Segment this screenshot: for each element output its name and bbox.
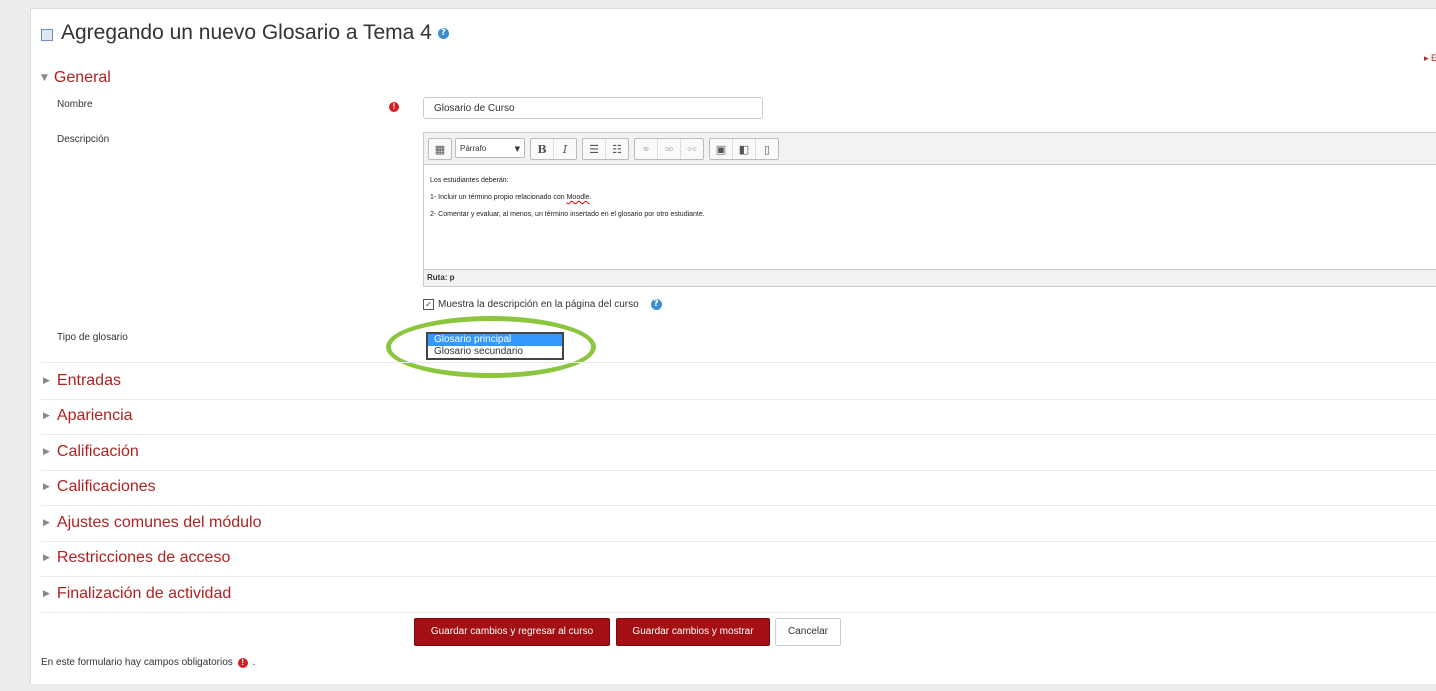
section-label: Finalización de actividad bbox=[56, 585, 232, 602]
section-divider bbox=[41, 434, 1436, 435]
section-divider bbox=[41, 470, 1436, 471]
media-icon[interactable]: ◧ bbox=[732, 139, 755, 159]
section-restricciones-header[interactable]: ▶ Restricciones de acceso bbox=[43, 549, 230, 567]
section-general-header[interactable]: ▼ General bbox=[41, 69, 111, 87]
section-label: Calificaciones bbox=[56, 478, 156, 495]
save-return-button[interactable]: Guardar cambios y regresar al curso bbox=[414, 618, 610, 646]
chevron-down-icon: ▼ bbox=[41, 73, 48, 83]
editor-toolbar: ▦ Párrafo ▼ B I ☰ ☷ ⚭ ⚮ ⚯ ▣ ◧ ▯ bbox=[424, 133, 1436, 165]
bullet-list-icon[interactable]: ☰ bbox=[583, 139, 605, 159]
section-label: Ajustes comunes del módulo bbox=[56, 514, 262, 531]
section-label: Calificación bbox=[56, 443, 139, 460]
cancel-button[interactable]: Cancelar bbox=[775, 618, 841, 646]
section-label: Restricciones de acceso bbox=[56, 549, 231, 566]
toolbar-group-lists: ☰ ☷ bbox=[582, 138, 629, 160]
chevron-right-icon: ▶ bbox=[43, 411, 50, 421]
help-icon[interactable]: ? bbox=[650, 299, 662, 310]
editor-path-bar: Ruta: p bbox=[424, 269, 1436, 286]
show-description-label: Muestra la descripción en la página del … bbox=[438, 299, 639, 310]
save-show-button[interactable]: Guardar cambios y mostrar bbox=[616, 618, 770, 646]
section-calificacion-header[interactable]: ▶ Calificación bbox=[43, 443, 139, 461]
unlink-icon[interactable]: ⚮ bbox=[657, 139, 680, 159]
section-entradas-header[interactable]: ▶ Entradas bbox=[43, 372, 121, 390]
name-input[interactable]: Glosario de Curso bbox=[423, 97, 763, 119]
section-divider bbox=[41, 505, 1436, 506]
spellcheck-word: Moodle bbox=[566, 194, 590, 201]
toolbar-toggle-icon[interactable]: ▦ bbox=[429, 139, 451, 159]
format-select-value: Párrafo bbox=[460, 144, 487, 153]
section-general-label: General bbox=[53, 69, 111, 86]
section-apariencia-header[interactable]: ▶ Apariencia bbox=[43, 407, 133, 425]
required-note-text: En este formulario hay campos obligatori… bbox=[41, 657, 233, 668]
required-icon: ! bbox=[389, 102, 399, 112]
chevron-right-icon: ▶ bbox=[43, 447, 50, 457]
required-note-suffix: . bbox=[252, 657, 256, 668]
link-icon[interactable]: ⚭ bbox=[635, 139, 657, 159]
editor-content[interactable]: Los estudiantes deberán: 1- Incluir un t… bbox=[430, 172, 705, 223]
help-icon[interactable]: ? bbox=[437, 27, 449, 39]
chevron-down-icon: ▼ bbox=[514, 145, 520, 153]
anchor-icon[interactable]: ⚯ bbox=[680, 139, 703, 159]
section-divider bbox=[41, 399, 1436, 400]
editor-line-text: 1- Incluir un término propio relacionado… bbox=[430, 194, 565, 201]
toolbar-group-toggle: ▦ bbox=[428, 138, 452, 160]
show-description-checkbox[interactable]: ✓ bbox=[423, 299, 434, 310]
chevron-right-icon: ▶ bbox=[43, 589, 50, 599]
manage-files-icon[interactable]: ▯ bbox=[755, 139, 778, 159]
chevron-right-icon: ▶ bbox=[43, 376, 50, 386]
chevron-right-icon: ▶ bbox=[43, 482, 50, 492]
description-editor[interactable]: ▦ Párrafo ▼ B I ☰ ☷ ⚭ ⚮ ⚯ ▣ ◧ ▯ Los estu… bbox=[423, 132, 1436, 287]
glossary-type-label: Tipo de glosario bbox=[57, 332, 128, 343]
highlight-ellipse bbox=[386, 316, 596, 378]
section-label: Apariencia bbox=[56, 407, 133, 424]
editor-line-period: . bbox=[589, 194, 592, 201]
section-divider bbox=[41, 612, 1436, 613]
description-label: Descripción bbox=[57, 134, 110, 145]
section-divider bbox=[41, 576, 1436, 577]
glossary-module-icon bbox=[41, 29, 53, 41]
toolbar-group-media: ▣ ◧ ▯ bbox=[709, 138, 779, 160]
section-ajustes-header[interactable]: ▶ Ajustes comunes del módulo bbox=[43, 514, 261, 532]
editor-line: Los estudiantes deberán: bbox=[430, 177, 509, 184]
expand-all-link[interactable]: ▸ E bbox=[1424, 53, 1436, 64]
name-label: Nombre bbox=[57, 99, 93, 110]
required-icon: ! bbox=[237, 657, 248, 668]
chevron-right-icon: ▶ bbox=[43, 553, 50, 563]
required-fields-note: En este formulario hay campos obligatori… bbox=[41, 657, 256, 668]
italic-icon[interactable]: I bbox=[553, 139, 576, 159]
bold-icon[interactable]: B bbox=[531, 139, 553, 159]
show-description-checkbox-row[interactable]: ✓ Muestra la descripción en la página de… bbox=[423, 299, 662, 310]
page-title-text: Agregando un nuevo Glosario a Tema 4 bbox=[61, 21, 432, 44]
form-page: Agregando un nuevo Glosario a Tema 4 ? ▸… bbox=[30, 8, 1436, 684]
section-label: Entradas bbox=[56, 372, 121, 389]
chevron-right-icon: ▶ bbox=[43, 518, 50, 528]
format-select[interactable]: Párrafo ▼ bbox=[455, 138, 525, 158]
editor-line: 1- Incluir un término propio relacionado… bbox=[430, 189, 705, 206]
page-title: Agregando un nuevo Glosario a Tema 4 ? bbox=[41, 21, 449, 45]
section-finalizacion-header[interactable]: ▶ Finalización de actividad bbox=[43, 585, 231, 603]
editor-line: 2- Comentar y evaluar, al menos, un térm… bbox=[430, 211, 705, 218]
numbered-list-icon[interactable]: ☷ bbox=[605, 139, 628, 159]
section-divider bbox=[41, 541, 1436, 542]
section-calificaciones-header[interactable]: ▶ Calificaciones bbox=[43, 478, 156, 496]
toolbar-group-style: B I bbox=[530, 138, 577, 160]
image-icon[interactable]: ▣ bbox=[710, 139, 732, 159]
section-divider bbox=[41, 362, 1436, 363]
toolbar-group-links: ⚭ ⚮ ⚯ bbox=[634, 138, 704, 160]
